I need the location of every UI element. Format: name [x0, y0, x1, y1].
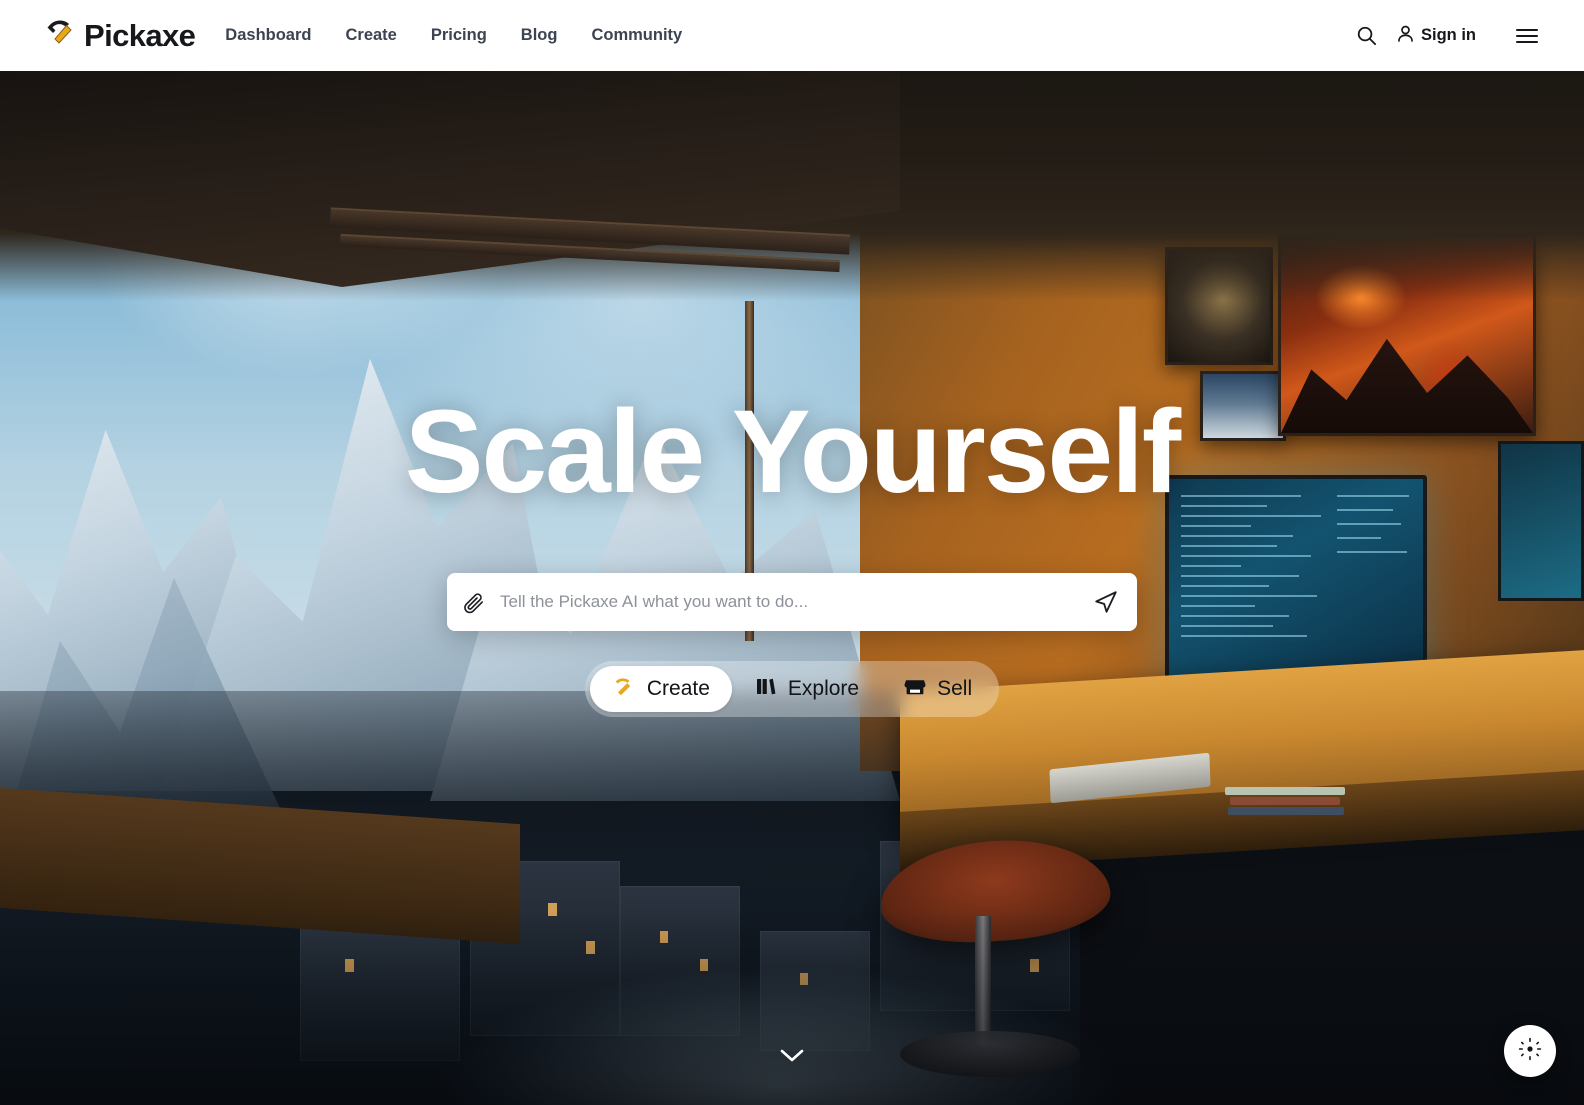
pickaxe-logo-icon [44, 16, 78, 55]
sign-in-label: Sign in [1421, 26, 1476, 44]
books-icon [754, 674, 778, 704]
assistant-fab-button[interactable] [1504, 1025, 1556, 1077]
tab-sell[interactable]: Sell [881, 666, 994, 712]
storefront-icon [903, 674, 927, 704]
navbar-actions: Sign in [1349, 19, 1544, 53]
tab-explore-label: Explore [787, 677, 860, 700]
brand-name: Pickaxe [84, 17, 196, 53]
hero-content: Scale Yourself Tell the Pickaxe AI what … [0, 71, 1584, 1105]
hamburger-menu-icon[interactable] [1510, 19, 1544, 53]
search-input[interactable] [500, 592, 1093, 612]
ai-prompt-bar[interactable] [447, 573, 1137, 631]
nav-link-dashboard[interactable]: Dashboard [225, 26, 311, 45]
pickaxe-icon [612, 674, 637, 705]
sign-in-button[interactable]: Sign in [1395, 23, 1476, 49]
tab-explore[interactable]: Explore [732, 666, 881, 712]
nav-link-create[interactable]: Create [345, 26, 396, 45]
page-title: Scale Yourself [404, 386, 1181, 518]
brand-logo[interactable]: Pickaxe [44, 16, 196, 55]
user-icon [1395, 23, 1416, 49]
send-arrow-icon[interactable] [1093, 589, 1119, 615]
top-navbar: Pickaxe Dashboard Create Pricing Blog Co… [0, 0, 1584, 71]
tab-create[interactable]: Create [589, 666, 732, 712]
nav-link-blog[interactable]: Blog [521, 26, 558, 45]
nav-link-pricing[interactable]: Pricing [431, 26, 487, 45]
sparkle-assistant-icon [1517, 1036, 1543, 1067]
paperclip-icon[interactable] [463, 591, 486, 614]
nav-link-community[interactable]: Community [591, 26, 682, 45]
tab-sell-label: Sell [937, 677, 973, 700]
tab-create-label: Create [646, 677, 710, 700]
nav-links: Dashboard Create Pricing Blog Community [225, 26, 682, 45]
hero-section: Scale Yourself Tell the Pickaxe AI what … [0, 71, 1584, 1105]
search-icon[interactable] [1349, 19, 1383, 53]
hero-tab-group: Create Explore Sell [584, 661, 1000, 717]
